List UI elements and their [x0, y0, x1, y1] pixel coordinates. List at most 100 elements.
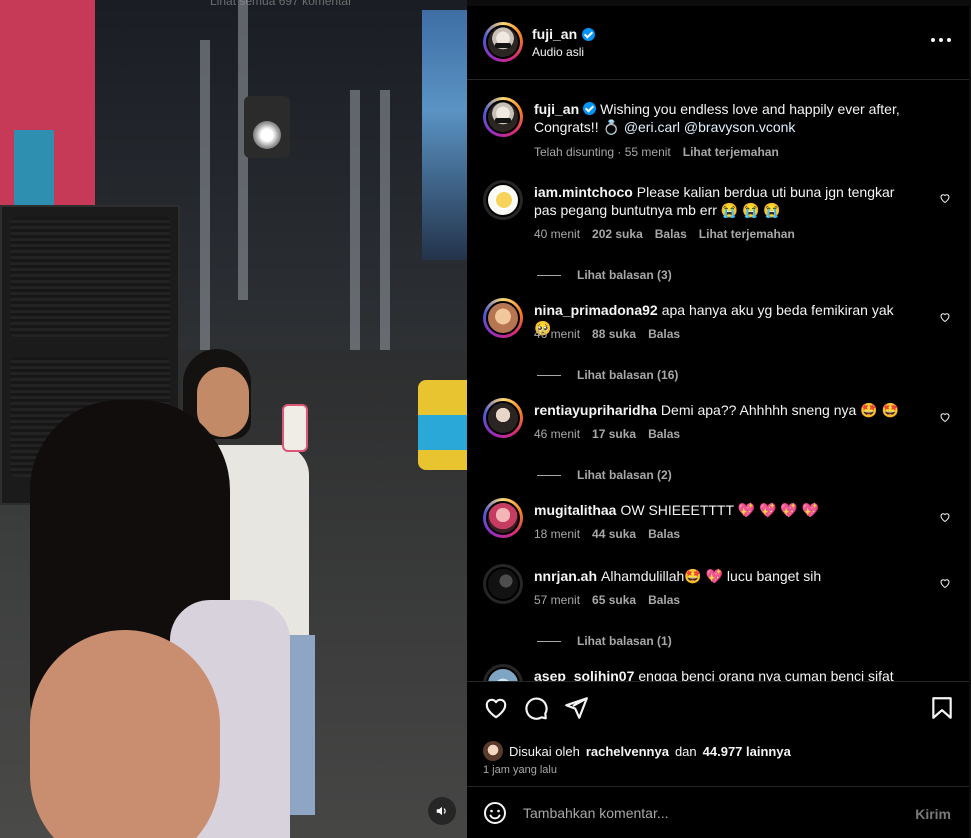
comment-body: OW SHIEEETTTT 💖 💖 💖 💖: [620, 502, 820, 518]
commenter-username[interactable]: iam.mintchoco: [534, 184, 633, 200]
replies-divider: [537, 374, 561, 376]
bookmark-icon[interactable]: [929, 695, 955, 721]
liked-by-and: dan: [674, 743, 697, 759]
heart-icon[interactable]: [939, 511, 951, 523]
comment-time: 18 menit: [534, 527, 581, 541]
comment-meta: 18 menit 44 suka Balas: [534, 527, 680, 541]
reply-button[interactable]: Balas: [648, 593, 680, 607]
view-replies-label: Lihat balasan (2): [577, 468, 672, 482]
comment-text: iam.mintchoco Please kalian berdua uti bu…: [534, 183, 914, 219]
post-time: 1 jam yang lalu: [483, 764, 557, 776]
caption-meta: Telah disunting · 55 menit Lihat terjema…: [534, 145, 779, 159]
comment-text: rentiayupriharidha Demi apa?? Ahhhhh snen…: [534, 401, 914, 419]
likes-count[interactable]: 44.977 lainnya: [703, 744, 791, 759]
commenter-username[interactable]: asep_solihin07: [534, 668, 634, 681]
stage-light: [244, 96, 290, 158]
share-icon[interactable]: [563, 695, 589, 721]
verified-icon: [583, 102, 597, 115]
heart-icon[interactable]: [939, 192, 951, 204]
comment-text: nnrjan.ah Alhamdulillah🤩 💖 lucu banget si…: [534, 567, 914, 585]
comment-input[interactable]: [523, 799, 893, 827]
comment-meta: 40 menit 202 suka Balas Lihat terjemahan: [534, 227, 795, 241]
speaker-icon: [436, 806, 446, 816]
commenter-avatar[interactable]: [483, 398, 523, 438]
view-replies-link[interactable]: Lihat balasan (3): [537, 268, 672, 282]
liked-by-prefix: Disukai oleh: [509, 743, 580, 759]
view-replies-link[interactable]: Lihat balasan (16): [537, 368, 678, 382]
post-header: fuji_an Audio asli: [467, 6, 969, 80]
comment-meta: 57 menit 65 suka Balas: [534, 593, 680, 607]
comment-time: 46 menit: [534, 427, 581, 441]
mention-link[interactable]: @eri.carl: [624, 119, 680, 135]
replies-divider: [537, 474, 561, 476]
reply-button[interactable]: Balas: [648, 327, 680, 341]
caption-avatar[interactable]: [483, 97, 523, 137]
liker-username[interactable]: rachelvennya: [586, 744, 669, 759]
post-video[interactable]: Lihat semua 697 komentar: [0, 0, 467, 838]
comment-likes[interactable]: 17 suka: [592, 427, 636, 441]
stage-truss: [350, 90, 360, 380]
comment-likes[interactable]: 202 suka: [592, 227, 643, 241]
stage-truss: [380, 90, 390, 370]
reply-button[interactable]: Balas: [655, 227, 687, 241]
comment-likes[interactable]: 44 suka: [592, 527, 636, 541]
author-username[interactable]: fuji_an: [532, 26, 577, 42]
reply-button[interactable]: Balas: [648, 427, 680, 441]
caption-username[interactable]: fuji_an: [534, 101, 579, 117]
more-horizontal-icon: [931, 38, 935, 42]
stage-truss: [200, 40, 210, 350]
view-replies-link[interactable]: Lihat balasan (2): [537, 468, 672, 482]
liker-avatar[interactable]: [483, 741, 503, 761]
commenter-avatar[interactable]: [483, 298, 523, 338]
comment-body: Demi apa?? Ahhhhh sneng nya 🤩 🤩: [660, 402, 899, 418]
author-username-row: fuji_an: [532, 26, 596, 42]
heart-icon[interactable]: [939, 577, 951, 589]
more-options-button[interactable]: [931, 32, 951, 48]
view-replies-label: Lihat balasan (16): [577, 368, 679, 382]
mute-button[interactable]: [428, 797, 456, 825]
heart-icon[interactable]: [483, 695, 509, 721]
comment-likes[interactable]: 88 suka: [592, 327, 636, 341]
view-replies-link[interactable]: Lihat balasan (1): [537, 634, 672, 648]
replies-divider: [537, 640, 561, 642]
replies-divider: [537, 274, 561, 276]
comment-text: mugitalithaa OW SHIEEETTTT 💖 💖 💖 💖: [534, 501, 914, 519]
post-details-panel: fuji_an Audio asli fuji_an Wishing you en…: [467, 6, 969, 838]
heart-icon[interactable]: [939, 311, 951, 323]
post-actions: Disukai oleh rachelvennya dan 44.977 lai…: [467, 681, 969, 831]
comment-icon[interactable]: [523, 695, 549, 721]
comment-time: 57 menit: [534, 593, 581, 607]
reply-button[interactable]: Balas: [648, 527, 680, 541]
liked-by-row: Disukai oleh rachelvennya dan 44.977 lai…: [483, 741, 791, 761]
commenter-username[interactable]: nnrjan.ah: [534, 568, 597, 584]
comment-time: 46 menit: [534, 327, 581, 341]
see-translation-link[interactable]: Lihat terjemahan: [699, 227, 795, 241]
mention-link[interactable]: @bravyson.vconk: [684, 119, 795, 135]
heart-icon[interactable]: [939, 411, 951, 423]
commenter-avatar[interactable]: [483, 664, 523, 681]
author-avatar[interactable]: [483, 22, 523, 62]
commenter-avatar[interactable]: [483, 498, 523, 538]
emoji-icon[interactable]: [483, 801, 507, 825]
comment-likes[interactable]: 65 suka: [592, 593, 636, 607]
send-button[interactable]: Kirim: [915, 806, 951, 822]
comment-text: asep_solihin07 engga benci orang nya cuma…: [534, 667, 914, 681]
comments-list[interactable]: fuji_an Wishing you endless love and happ…: [467, 81, 969, 681]
commenter-username[interactable]: mugitalithaa: [534, 502, 616, 518]
stage-prop: [418, 380, 467, 470]
comment-body: Alhamdulillah🤩 💖 lucu banget sih: [601, 568, 822, 584]
caption-edited-time: Telah disunting · 55 menit: [534, 145, 671, 159]
person-arm: [30, 630, 220, 838]
commenter-username[interactable]: rentiayupriharidha: [534, 402, 657, 418]
view-all-comments-caption: Lihat semua 697 komentar: [210, 0, 353, 8]
commenter-avatar[interactable]: [483, 564, 523, 604]
see-translation-link[interactable]: Lihat terjemahan: [683, 145, 779, 159]
commenter-username[interactable]: nina_primadona92: [534, 302, 658, 318]
person-foreground: [20, 400, 290, 838]
caption-text: fuji_an Wishing you endless love and happ…: [534, 100, 929, 136]
commenter-avatar[interactable]: [483, 180, 523, 220]
view-replies-label: Lihat balasan (3): [577, 268, 672, 282]
comment-composer: Kirim: [467, 786, 969, 838]
view-replies-label: Lihat balasan (1): [577, 634, 672, 648]
audio-link[interactable]: Audio asli: [532, 45, 584, 59]
